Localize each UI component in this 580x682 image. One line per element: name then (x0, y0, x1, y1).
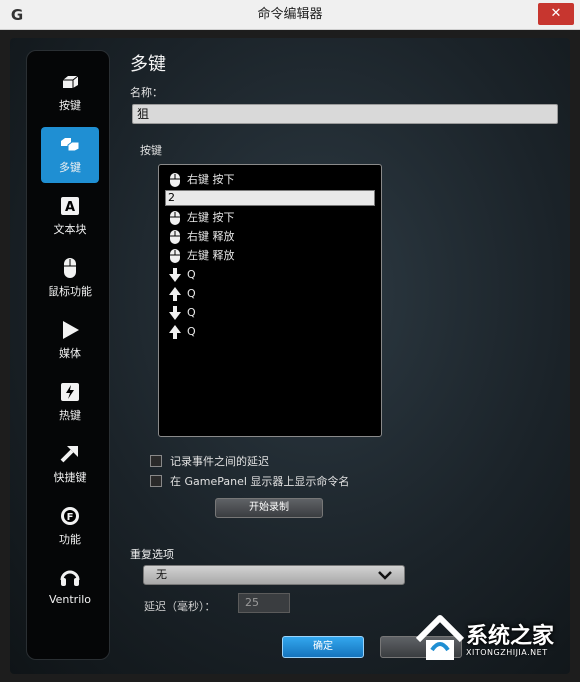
sidebar-item-label: 按键 (59, 99, 81, 112)
watermark-text: 系统之家 (466, 624, 555, 649)
key-event-edit-field[interactable]: 2 (165, 190, 375, 206)
ok-button[interactable]: 确定 (282, 636, 364, 658)
watermark-url: XITONGZHIJIA.NET (466, 648, 548, 657)
mouse-icon (170, 173, 180, 187)
function-gear-icon: F (61, 507, 79, 525)
close-button[interactable]: ✕ (538, 3, 574, 25)
repeat-options-label: 重复选项 (130, 548, 174, 561)
arrow-down-icon (169, 306, 181, 320)
title-bar: G 命令编辑器 ✕ (0, 0, 580, 30)
window-title: 命令编辑器 (257, 7, 323, 22)
keys-label: 按键 (140, 144, 162, 157)
play-icon (63, 321, 79, 339)
mouse-icon (170, 249, 180, 263)
sidebar-item-label: 媒体 (59, 347, 81, 360)
delay-input[interactable]: 25 (238, 593, 290, 613)
ventrilo-headset-icon (60, 570, 80, 586)
sidebar-item-label: 快捷键 (53, 471, 87, 484)
list-item[interactable]: Q (165, 266, 375, 284)
sidebar-item-multikey[interactable]: 多键 (41, 127, 99, 183)
list-item[interactable]: 左键 释放 (165, 247, 375, 265)
mouse-icon (64, 258, 76, 278)
mouse-icon (170, 230, 180, 244)
sidebar-item-shortcut[interactable]: 快捷键 (41, 437, 99, 493)
svg-text:F: F (67, 512, 74, 523)
gamepanel-checkbox[interactable] (150, 475, 162, 487)
sidebar-item-key[interactable]: 按键 (41, 65, 99, 121)
repeat-options-select[interactable]: 无 (143, 565, 405, 585)
editor-panel: 按键 多键 A 文本块 鼠标功能 媒体 热键 快捷键 F 功能 Ventrilo… (10, 38, 570, 674)
key-event-text: 右键 释放 (187, 230, 235, 243)
arrow-down-icon (169, 268, 181, 282)
window-frame: 按键 多键 A 文本块 鼠标功能 媒体 热键 快捷键 F 功能 Ventrilo… (0, 30, 580, 682)
arrow-up-icon (169, 325, 181, 339)
list-item[interactable]: 左键 按下 (165, 209, 375, 227)
gamepanel-label: 在 GamePanel 显示器上显示命令名 (170, 475, 350, 488)
page-title: 多键 (130, 54, 166, 75)
list-item[interactable]: 右键 按下 (165, 171, 375, 189)
delay-label: 延迟（毫秒）： (144, 600, 216, 613)
text-block-icon: A (61, 197, 79, 215)
key-events-list[interactable]: 右键 按下 2 左键 按下 右键 释放 左键 释放 Q Q Q Q (158, 164, 382, 437)
command-type-sidebar: 按键 多键 A 文本块 鼠标功能 媒体 热键 快捷键 F 功能 Ventrilo (26, 50, 110, 660)
sidebar-item-label: 功能 (59, 533, 81, 546)
list-item[interactable]: Q (165, 323, 375, 341)
sidebar-item-label: 文本块 (53, 223, 87, 236)
shortcut-arrow-icon (60, 446, 78, 463)
key-event-text: Q (187, 325, 196, 338)
record-delay-label: 记录事件之间的延迟 (170, 455, 269, 468)
key-event-text: 左键 释放 (187, 249, 235, 262)
key-event-text: Q (187, 268, 196, 281)
mouse-icon (170, 211, 180, 225)
sidebar-item-media[interactable]: 媒体 (41, 313, 99, 369)
start-recording-button[interactable]: 开始录制 (215, 498, 323, 518)
key-event-text: Q (187, 306, 196, 319)
sidebar-item-mouse[interactable]: 鼠标功能 (41, 251, 99, 307)
sidebar-item-label: 热键 (59, 409, 81, 422)
watermark: 系统之家 XITONGZHIJIA.NET (396, 604, 578, 678)
multikey-icon (61, 138, 80, 152)
watermark-house-icon (415, 615, 465, 660)
sidebar-item-text-block[interactable]: A 文本块 (41, 189, 99, 245)
list-item[interactable]: 右键 释放 (165, 228, 375, 246)
sidebar-item-label: Ventrilo (48, 593, 92, 606)
repeat-options-value: 无 (156, 568, 167, 581)
name-label: 名称： (130, 86, 163, 99)
list-item[interactable]: Q (165, 304, 375, 322)
list-item[interactable]: Q (165, 285, 375, 303)
name-input[interactable]: 狙 (132, 104, 558, 124)
hotkey-icon (61, 383, 79, 401)
chevron-down-icon (378, 571, 392, 580)
sidebar-item-ventrilo[interactable]: Ventrilo (41, 561, 99, 617)
sidebar-item-function[interactable]: F 功能 (41, 499, 99, 555)
key-event-text: 左键 按下 (187, 211, 235, 224)
sidebar-item-hotkey[interactable]: 热键 (41, 375, 99, 431)
key-event-text: Q (187, 287, 196, 300)
record-delay-checkbox[interactable] (150, 455, 162, 467)
key-icon (63, 75, 79, 88)
sidebar-item-label: 鼠标功能 (48, 285, 92, 298)
sidebar-item-label: 多键 (59, 161, 81, 174)
arrow-up-icon (169, 287, 181, 301)
svg-text:A: A (65, 200, 75, 215)
key-event-text: 右键 按下 (187, 173, 235, 186)
